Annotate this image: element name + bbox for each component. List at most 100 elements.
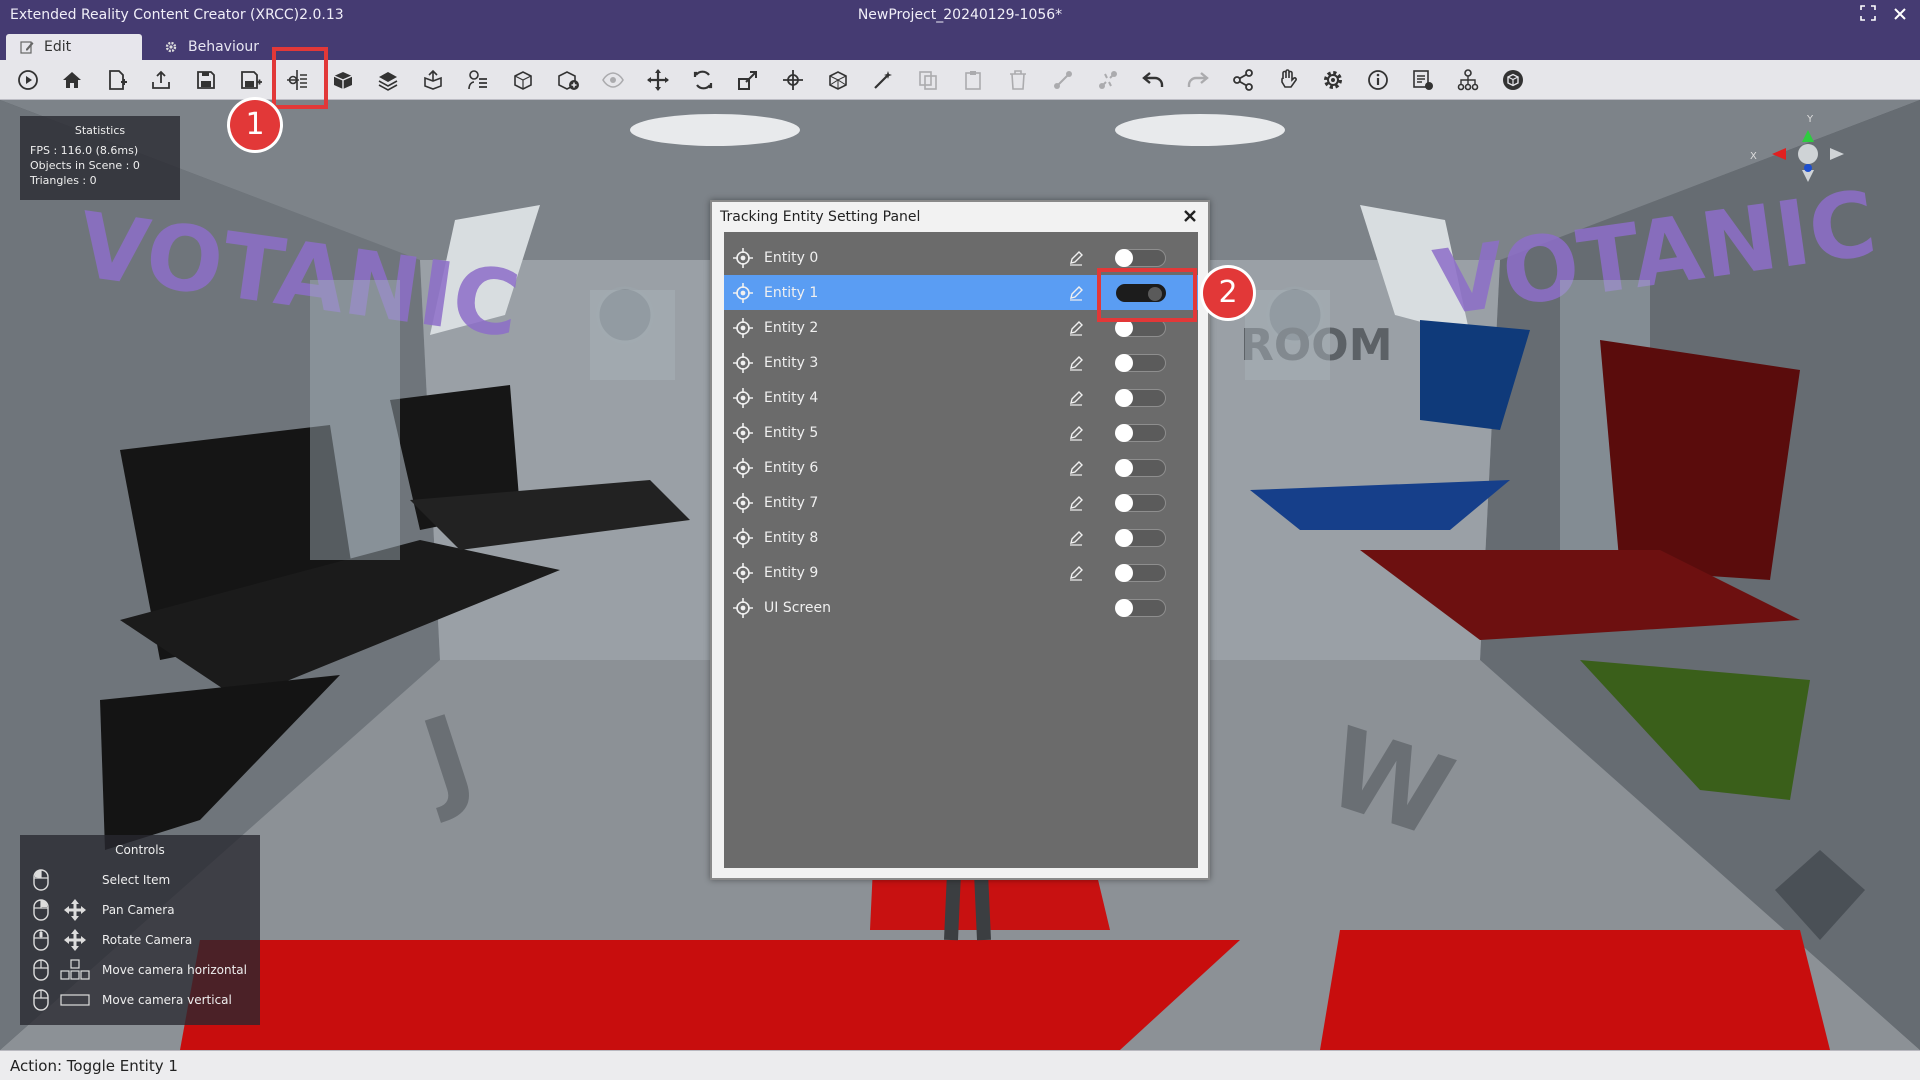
copy-button[interactable] (913, 66, 943, 94)
axis-z-cone[interactable] (1804, 164, 1812, 172)
play-icon (18, 70, 38, 90)
share-button[interactable] (1228, 66, 1258, 94)
panel-title: Tracking Entity Setting Panel (720, 209, 921, 225)
pencil-icon[interactable] (1066, 563, 1086, 583)
tracking-target-icon (730, 350, 756, 376)
edit-icon (20, 41, 34, 54)
entity-toggle[interactable] (1115, 424, 1166, 442)
maximize-icon[interactable] (1856, 4, 1880, 28)
pencil-icon[interactable] (1066, 458, 1086, 478)
scene-settings-button[interactable] (463, 66, 493, 94)
axis-gizmo[interactable]: Y X (1750, 112, 1860, 212)
upload-icon (152, 70, 170, 89)
redo-icon (1187, 72, 1209, 87)
package-icon (1503, 70, 1523, 90)
delete-button[interactable] (1003, 66, 1033, 94)
pencil-icon[interactable] (1066, 283, 1086, 303)
entity-toggle[interactable] (1115, 564, 1166, 582)
hand-gesture-button[interactable] (1273, 66, 1303, 94)
entity-toggle[interactable] (1115, 529, 1166, 547)
mouse-middle-icon (30, 928, 52, 952)
close-icon[interactable] (1888, 4, 1912, 28)
scale-button[interactable] (733, 66, 763, 94)
add-cube-icon (558, 71, 579, 90)
pivot-button[interactable] (778, 66, 808, 94)
axis-x-cone[interactable] (1772, 148, 1786, 160)
pencil-icon[interactable] (1066, 493, 1086, 513)
undo-button[interactable] (1138, 66, 1168, 94)
move-button[interactable] (643, 66, 673, 94)
axis-center[interactable] (1798, 144, 1818, 164)
settings-button[interactable] (1318, 66, 1348, 94)
new-project-button[interactable] (102, 66, 132, 94)
pencil-icon[interactable] (1066, 423, 1086, 443)
info-button[interactable] (1363, 66, 1393, 94)
pencil-icon[interactable] (1066, 388, 1086, 408)
entity-row[interactable]: UI Screen (724, 590, 1198, 625)
tracking-target-icon (730, 245, 756, 271)
status-text: Action: Toggle Entity 1 (10, 1057, 178, 1075)
unlink-button[interactable] (1093, 66, 1123, 94)
control-row: Rotate Camera (30, 925, 250, 955)
paste-icon (965, 71, 981, 90)
mesh-button[interactable] (823, 66, 853, 94)
copy-icon (919, 71, 937, 90)
triangles-count: Triangles : 0 (30, 174, 97, 187)
annotation-marker-1: 1 (230, 100, 280, 150)
link-button[interactable] (1048, 66, 1078, 94)
toggle-knob (1115, 529, 1133, 547)
pencil-icon[interactable] (1066, 353, 1086, 373)
entity-row[interactable]: Entity 8 (724, 520, 1198, 555)
home-button[interactable] (57, 66, 87, 94)
save-as-icon (241, 71, 262, 89)
pencil-icon[interactable] (1066, 318, 1086, 338)
import-model-button[interactable] (328, 66, 358, 94)
add-object-button[interactable] (553, 66, 583, 94)
annotation-marker-2: 2 (1203, 268, 1253, 318)
toggle-knob (1115, 424, 1133, 442)
entity-row[interactable]: Entity 3 (724, 345, 1198, 380)
export-button[interactable] (418, 66, 448, 94)
scale-icon (738, 71, 757, 90)
save-as-button[interactable] (236, 66, 266, 94)
entity-toggle[interactable] (1115, 389, 1166, 407)
axis-y-cone[interactable] (1802, 130, 1814, 142)
visibility-button[interactable] (598, 66, 628, 94)
toggle-knob (1115, 249, 1133, 267)
axis-negx-cone[interactable] (1830, 148, 1844, 160)
entity-toggle[interactable] (1115, 354, 1166, 372)
open-project-button[interactable] (146, 66, 176, 94)
pencil-icon[interactable] (1066, 248, 1086, 268)
hierarchy-button[interactable] (1453, 66, 1483, 94)
redo-button[interactable] (1183, 66, 1213, 94)
entity-row[interactable]: Entity 4 (724, 380, 1198, 415)
pencil-icon[interactable] (1066, 528, 1086, 548)
pick-tool-button[interactable] (868, 66, 898, 94)
layers-button[interactable] (373, 66, 403, 94)
tab-behaviour[interactable]: Behaviour (150, 34, 273, 60)
tracking-target-icon (730, 420, 756, 446)
entity-toggle[interactable] (1115, 459, 1166, 477)
entity-row[interactable]: Entity 5 (724, 415, 1198, 450)
objects-count: Objects in Scene : 0 (30, 159, 140, 172)
panel-close-button[interactable] (1180, 206, 1200, 226)
entity-row[interactable]: Entity 7 (724, 485, 1198, 520)
link-icon (1054, 71, 1072, 89)
paste-button[interactable] (958, 66, 988, 94)
cube-outline-button[interactable] (508, 66, 538, 94)
entity-toggle[interactable] (1115, 494, 1166, 512)
fps-readout: FPS : 116.0 (8.6ms) (30, 144, 139, 157)
rotate-button[interactable] (688, 66, 718, 94)
tab-label: Behaviour (188, 39, 260, 55)
entity-label: Entity 1 (764, 284, 819, 301)
entity-row[interactable]: Entity 9 (724, 555, 1198, 590)
save-button[interactable] (191, 66, 221, 94)
entity-label: Entity 5 (764, 424, 819, 441)
tab-edit[interactable]: Edit (6, 34, 142, 60)
entity-toggle[interactable] (1115, 599, 1166, 617)
play-button[interactable] (13, 66, 43, 94)
entity-toggle[interactable] (1115, 249, 1166, 267)
report-button[interactable] (1408, 66, 1438, 94)
package-button[interactable] (1498, 66, 1528, 94)
entity-row[interactable]: Entity 6 (724, 450, 1198, 485)
